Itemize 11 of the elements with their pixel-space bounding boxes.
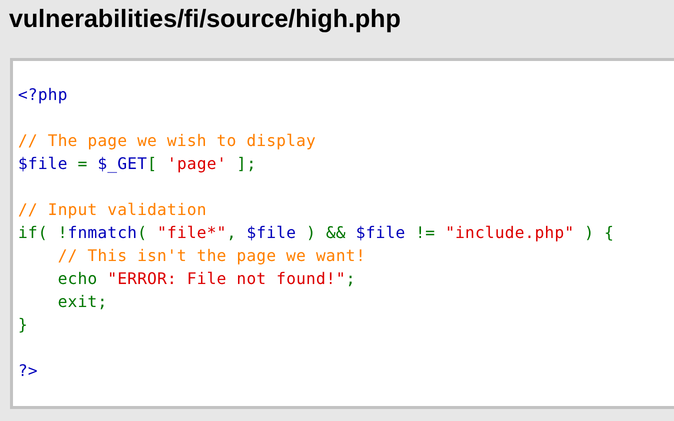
code-line: exit; — [56, 291, 108, 313]
code-line: if( !fnmatch( "file*", $file ) && $file != "include.php" ) { — [18, 222, 614, 244]
code-line: // The page we wish to display — [18, 130, 316, 152]
code-line: $file = $_GET[ 'page' ]; — [18, 153, 256, 175]
code-line: // Input validation — [18, 199, 207, 221]
code-line: // This isn't the page we want! — [56, 245, 366, 267]
code-line: echo "ERROR: File not found!"; — [56, 268, 356, 290]
code-line: <?php — [18, 84, 68, 106]
code-line: } — [18, 314, 28, 336]
page-title: vulnerabilities/fi/source/high.php — [9, 4, 401, 34]
code-line: ?> — [18, 360, 38, 382]
